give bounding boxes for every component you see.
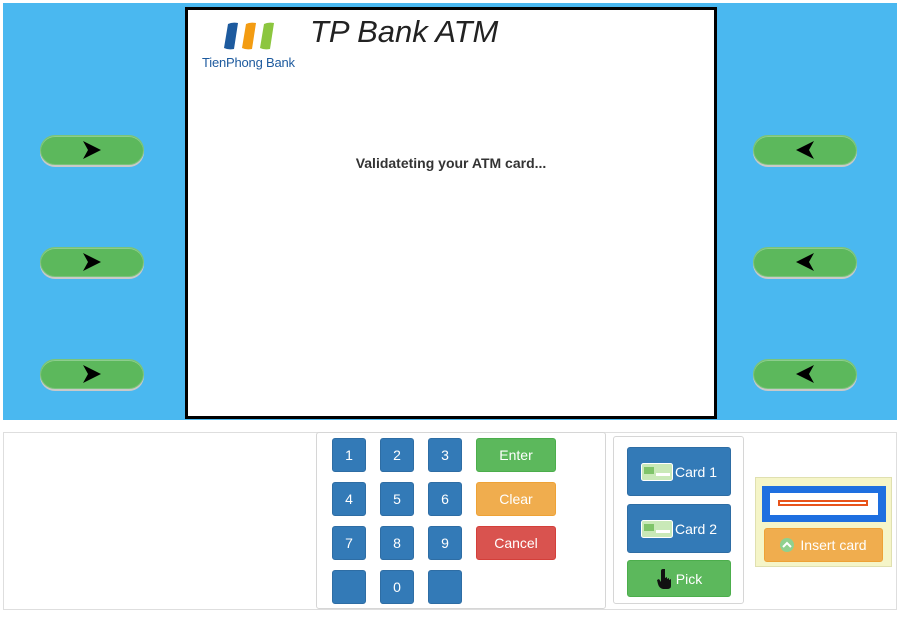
status-message: Validateting your ATM card... bbox=[355, 155, 547, 171]
arrow-right-icon bbox=[83, 141, 101, 159]
right-side-button-2[interactable] bbox=[753, 247, 857, 277]
bank-logo-icon bbox=[224, 22, 274, 50]
screen-title: TP Bank ATM bbox=[310, 14, 499, 49]
clear-button[interactable]: Clear bbox=[476, 482, 556, 516]
card-2-button[interactable]: Card 2 bbox=[627, 504, 731, 553]
card-slot-panel: Insert card bbox=[755, 477, 892, 567]
card-1-button[interactable]: Card 1 bbox=[627, 447, 731, 496]
atm-screen: TienPhong Bank TP Bank ATM Validateting … bbox=[185, 7, 717, 419]
hand-pointer-icon bbox=[656, 568, 671, 589]
key-7[interactable]: 7 bbox=[332, 526, 366, 560]
pick-label: Pick bbox=[675, 570, 703, 587]
arrow-right-icon bbox=[83, 365, 101, 383]
enter-button[interactable]: Enter bbox=[476, 438, 556, 472]
bank-logo: TienPhong Bank bbox=[202, 18, 298, 72]
card-2-label: Card 2 bbox=[674, 520, 718, 537]
arrow-left-icon bbox=[796, 141, 814, 159]
card-slot-line bbox=[778, 500, 868, 506]
right-side-button-3[interactable] bbox=[753, 359, 857, 389]
key-8[interactable]: 8 bbox=[380, 526, 414, 560]
key-2[interactable]: 2 bbox=[380, 438, 414, 472]
credit-card-icon bbox=[640, 462, 673, 481]
arrow-left-icon bbox=[796, 253, 814, 271]
left-side-button-3[interactable] bbox=[40, 359, 144, 389]
insert-card-button[interactable]: Insert card bbox=[764, 528, 883, 562]
key-3[interactable]: 3 bbox=[428, 438, 462, 472]
key-blank-left[interactable] bbox=[332, 570, 366, 604]
card-1-label: Card 1 bbox=[674, 463, 718, 480]
card-selector: Card 1 Card 2 Pick bbox=[613, 436, 744, 604]
key-blank-right[interactable] bbox=[428, 570, 462, 604]
credit-card-icon bbox=[640, 519, 673, 538]
pick-button[interactable]: Pick bbox=[627, 560, 731, 597]
bank-name: TienPhong Bank bbox=[202, 55, 295, 70]
key-4[interactable]: 4 bbox=[332, 482, 366, 516]
left-side-button-1[interactable] bbox=[40, 135, 144, 165]
insert-card-label: Insert card bbox=[800, 537, 867, 553]
key-9[interactable]: 9 bbox=[428, 526, 462, 560]
right-side-button-1[interactable] bbox=[753, 135, 857, 165]
arrow-right-icon bbox=[83, 253, 101, 271]
left-side-button-2[interactable] bbox=[40, 247, 144, 277]
card-slot bbox=[762, 486, 886, 522]
card-slot-opening bbox=[770, 493, 878, 515]
key-1[interactable]: 1 bbox=[332, 438, 366, 472]
chevron-up-icon bbox=[780, 538, 795, 552]
arrow-left-icon bbox=[796, 365, 814, 383]
atm-top-panel: TienPhong Bank TP Bank ATM Validateting … bbox=[3, 3, 897, 420]
key-0[interactable]: 0 bbox=[380, 570, 414, 604]
key-6[interactable]: 6 bbox=[428, 482, 462, 516]
keypad: 1 2 3 4 5 6 7 8 9 0 Enter Clear Cancel bbox=[316, 432, 606, 609]
cancel-button[interactable]: Cancel bbox=[476, 526, 556, 560]
key-5[interactable]: 5 bbox=[380, 482, 414, 516]
